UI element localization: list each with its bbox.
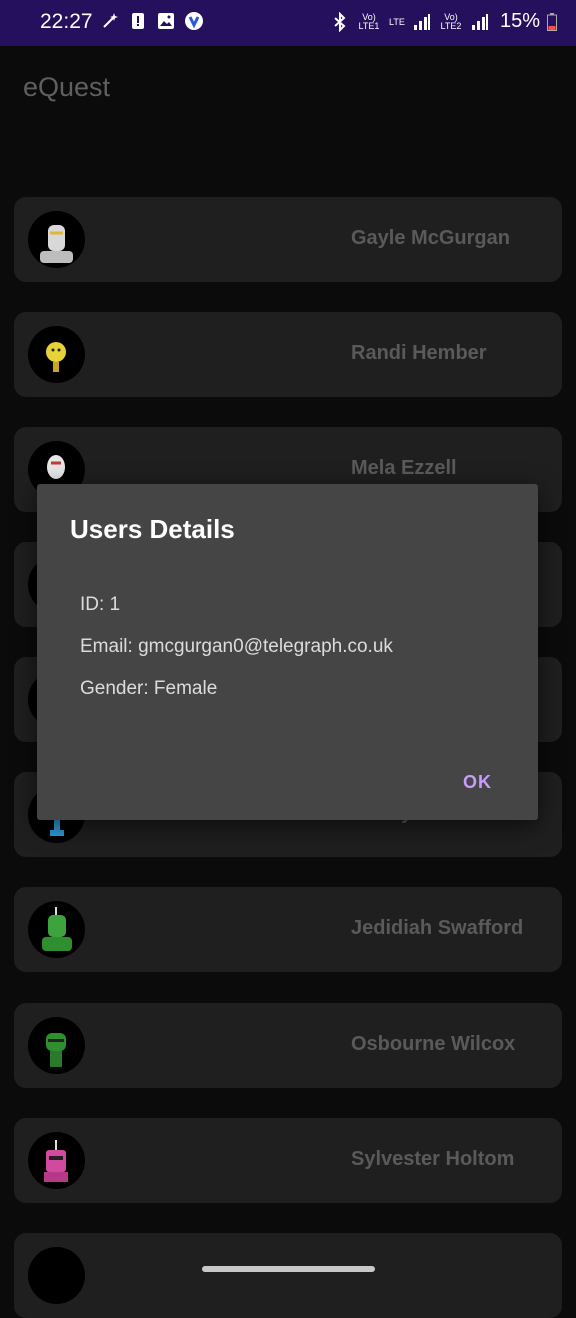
lte-label-icon: LTE bbox=[389, 16, 405, 27]
notification-icons bbox=[100, 11, 204, 31]
app-logo-icon bbox=[184, 11, 204, 31]
user-name: Randi Hember bbox=[351, 342, 487, 364]
user-avatar bbox=[28, 211, 85, 268]
battery-icon bbox=[546, 12, 558, 32]
user-avatar bbox=[28, 1017, 85, 1074]
user-name: Gayle McGurgan bbox=[351, 227, 510, 249]
status-time: 22:27 bbox=[40, 10, 93, 33]
user-card[interactable] bbox=[14, 1233, 562, 1318]
user-gender-text: Gender: Female bbox=[80, 678, 218, 699]
user-avatar bbox=[28, 1247, 85, 1304]
user-name: Osbourne Wilcox bbox=[351, 1033, 516, 1055]
user-card[interactable]: Randi Hember bbox=[14, 312, 562, 397]
navigation-handle[interactable] bbox=[202, 1266, 375, 1272]
magic-wand-icon bbox=[100, 11, 120, 31]
image-icon bbox=[156, 11, 176, 31]
status-bar: 22:27 Vo) LTE1 LTE Vo) LTE2 15% bbox=[0, 0, 576, 46]
user-avatar bbox=[28, 901, 85, 958]
app-title: eQuest bbox=[23, 72, 111, 102]
dialog-title: Users Details bbox=[70, 514, 235, 544]
signal-strength-2-icon bbox=[470, 12, 490, 32]
lte2-icon: Vo) LTE2 bbox=[440, 11, 462, 31]
user-email-text: Email: gmcgurgan0@telegraph.co.uk bbox=[80, 636, 393, 657]
ok-button[interactable]: OK bbox=[463, 772, 492, 793]
user-id-text: ID: 1 bbox=[80, 594, 121, 615]
user-details-dialog: Users Details ID: 1 Email: gmcgurgan0@te… bbox=[37, 484, 538, 820]
user-card[interactable]: Gayle McGurgan bbox=[14, 197, 562, 282]
signal-strength-1-icon bbox=[412, 12, 432, 32]
system-icons: Vo) LTE1 LTE Vo) LTE2 15% bbox=[330, 10, 558, 33]
user-avatar bbox=[28, 1132, 85, 1189]
user-card[interactable]: Jedidiah Swafford bbox=[14, 887, 562, 972]
user-card[interactable]: Sylvester Holtom bbox=[14, 1118, 562, 1203]
user-name: Sylvester Holtom bbox=[351, 1148, 515, 1170]
lte1-icon: Vo) LTE1 bbox=[358, 11, 380, 31]
alert-icon bbox=[128, 11, 148, 31]
bluetooth-icon bbox=[330, 11, 350, 32]
user-avatar bbox=[28, 326, 85, 383]
user-name: Jedidiah Swafford bbox=[351, 917, 524, 939]
user-card[interactable]: Osbourne Wilcox bbox=[14, 1003, 562, 1088]
user-name: Mela Ezzell bbox=[351, 457, 457, 479]
battery-percent: 15% bbox=[499, 10, 540, 32]
